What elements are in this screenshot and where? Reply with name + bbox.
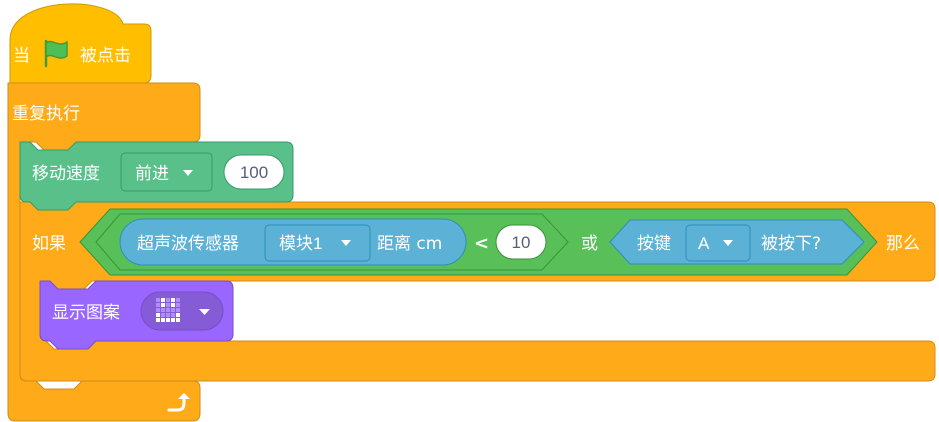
button-key-value: A <box>698 234 710 253</box>
led-pixel <box>166 303 170 307</box>
led-pixel <box>161 308 165 312</box>
led-pixel <box>171 313 175 317</box>
button-pressed-block[interactable]: 按键 A 被按下? <box>609 219 865 265</box>
then-label: 那么 <box>886 234 920 254</box>
direction-dropdown[interactable]: 前进 <box>120 152 213 192</box>
led-pixel <box>156 303 160 307</box>
module-dropdown[interactable]: 模块1 <box>264 224 371 262</box>
show-image-block[interactable]: 显示图案 <box>39 280 234 350</box>
module-dropdown-value: 模块1 <box>279 234 322 253</box>
or-label: 或 <box>581 234 598 254</box>
move-speed-block[interactable]: 移动速度 前进 100 <box>19 141 294 211</box>
led-pixel <box>166 318 170 322</box>
speed-input[interactable]: 100 <box>223 154 285 190</box>
button-key-dropdown[interactable]: A <box>685 224 751 262</box>
led-pixel <box>176 298 180 302</box>
speed-value: 100 <box>240 163 268 182</box>
led-pixel <box>171 298 175 302</box>
image-picker-dropdown[interactable] <box>140 291 224 331</box>
less-than-symbol: < <box>474 233 489 254</box>
led-pixel <box>156 313 160 317</box>
led-pixel <box>161 318 165 322</box>
led-pixel <box>166 313 170 317</box>
led-pixel <box>166 298 170 302</box>
move-speed-label: 移动速度 <box>32 164 100 184</box>
led-matrix-icon <box>156 298 180 322</box>
led-pixel <box>156 318 160 322</box>
threshold-input[interactable]: 10 <box>495 224 547 260</box>
led-pixel <box>176 313 180 317</box>
ultrasonic-distance-reporter[interactable]: 超声波传感器 模块1 距离 cm <box>119 218 467 266</box>
button-prefix-label: 按键 <box>637 234 671 254</box>
forever-label: 重复执行 <box>12 104 80 124</box>
led-pixel <box>156 308 160 312</box>
ultrasonic-label: 超声波传感器 <box>137 234 239 254</box>
threshold-value: 10 <box>512 233 531 252</box>
script-canvas: 当 被点击 重复执行 如果 那么 或 < 10 超声波传感器 模块1 距离 cm… <box>7 3 936 422</box>
button-suffix-label: 被按下? <box>761 234 821 254</box>
led-pixel <box>161 313 165 317</box>
ultrasonic-suffix-label: 距离 cm <box>377 234 442 254</box>
led-pixel <box>176 308 180 312</box>
led-pixel <box>161 303 165 307</box>
direction-dropdown-value: 前进 <box>135 164 169 184</box>
when-flag-clicked-block[interactable]: 当 被点击 <box>9 3 152 84</box>
if-label: 如果 <box>32 234 66 254</box>
led-pixel <box>156 298 160 302</box>
led-pixel <box>176 318 180 322</box>
led-pixel <box>171 308 175 312</box>
led-pixel <box>176 303 180 307</box>
led-pixel <box>171 318 175 322</box>
hat-suffix-label: 被点击 <box>80 46 131 66</box>
hat-prefix-label: 当 <box>13 46 30 66</box>
show-image-label: 显示图案 <box>52 303 120 323</box>
led-pixel <box>161 298 165 302</box>
led-pixel <box>166 308 170 312</box>
led-pixel <box>171 303 175 307</box>
